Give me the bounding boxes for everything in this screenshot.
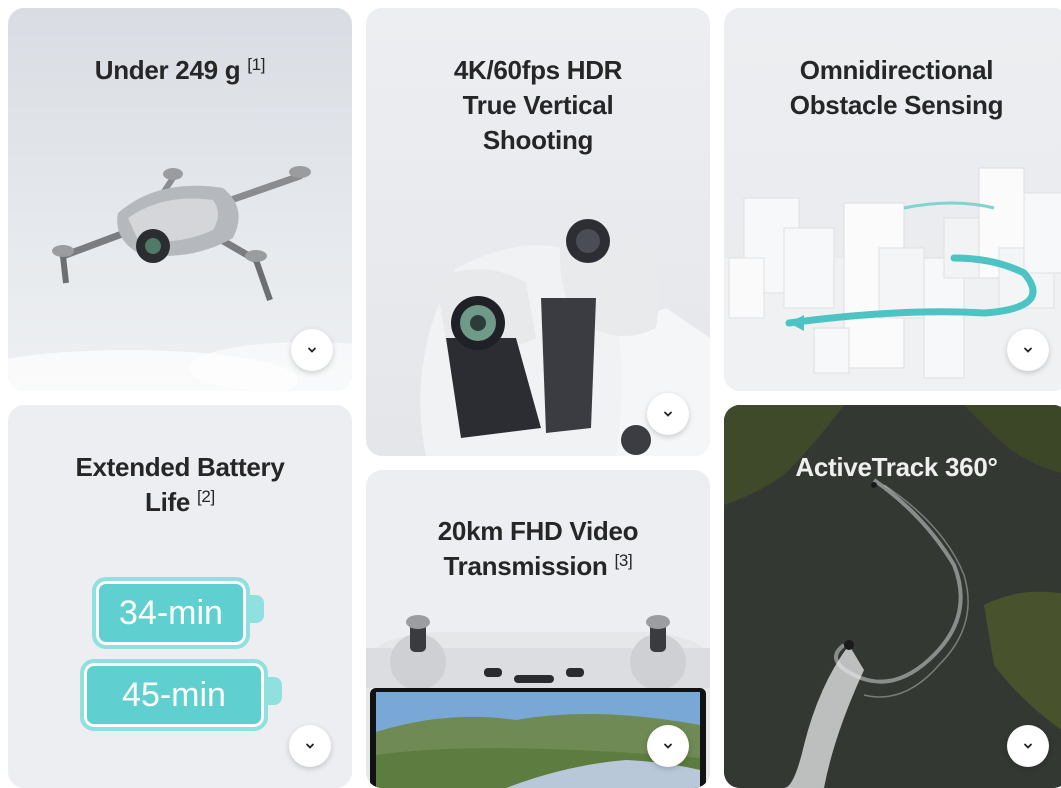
chevron-down-icon — [1024, 743, 1032, 749]
card-title-line: True Vertical — [462, 90, 614, 120]
expand-button[interactable] — [1007, 725, 1049, 767]
card-obstacle[interactable]: Omnidirectional Obstacle Sensing — [724, 8, 1061, 391]
chevron-down-icon — [308, 347, 316, 353]
expand-button[interactable] — [291, 329, 333, 371]
footnote-ref[interactable]: [3] — [614, 551, 632, 570]
chevron-down-icon — [1024, 347, 1032, 353]
card-title: 4K/60fps HDR True Vertical Shooting — [366, 53, 710, 158]
card-transmission[interactable]: 20km FHD Video Transmission [3] — [366, 470, 710, 788]
battery-nub — [250, 595, 264, 623]
battery-nub — [268, 677, 282, 705]
card-title-line: Transmission — [443, 551, 608, 581]
card-title-line: 20km FHD Video — [437, 516, 639, 546]
card-battery[interactable]: Extended Battery Life [2] 34-min 45-min — [8, 405, 352, 788]
battery-standard-pill: 34-min — [92, 577, 264, 649]
card-title-text: Under 249 g — [94, 55, 241, 85]
footnote-ref[interactable]: [2] — [197, 487, 215, 506]
card-activetrack[interactable]: ActiveTrack 360° — [724, 405, 1061, 788]
card-title-line: Life — [145, 487, 191, 517]
card-title-line: Omnidirectional — [799, 55, 994, 85]
expand-button[interactable] — [647, 393, 689, 435]
card-title: ActiveTrack 360° — [724, 450, 1061, 485]
chevron-down-icon — [306, 743, 314, 749]
chevron-down-icon — [664, 743, 672, 749]
card-title-line: 4K/60fps HDR — [453, 55, 623, 85]
card-weight[interactable]: Under 249 g [1] — [8, 8, 352, 391]
card-title-line: Obstacle Sensing — [789, 90, 1004, 120]
card-title-text: ActiveTrack 360° — [795, 452, 998, 482]
expand-button[interactable] — [647, 725, 689, 767]
card-hdr[interactable]: 4K/60fps HDR True Vertical Shooting — [366, 8, 710, 456]
card-title-line: Extended Battery — [75, 452, 285, 482]
card-title: 20km FHD Video Transmission [3] — [366, 514, 710, 584]
card-title-line: Shooting — [482, 125, 594, 155]
chevron-down-icon — [664, 411, 672, 417]
expand-button[interactable] — [1007, 329, 1049, 371]
footnote-ref[interactable]: [1] — [247, 55, 265, 74]
card-title: Omnidirectional Obstacle Sensing — [724, 53, 1061, 123]
expand-button[interactable] — [289, 725, 331, 767]
battery-plus-label: 45-min — [122, 675, 226, 714]
battery-standard-label: 34-min — [119, 593, 223, 632]
card-title: Under 249 g [1] — [8, 53, 352, 88]
battery-plus-pill: 45-min — [80, 659, 282, 731]
card-title: Extended Battery Life [2] — [8, 450, 352, 520]
